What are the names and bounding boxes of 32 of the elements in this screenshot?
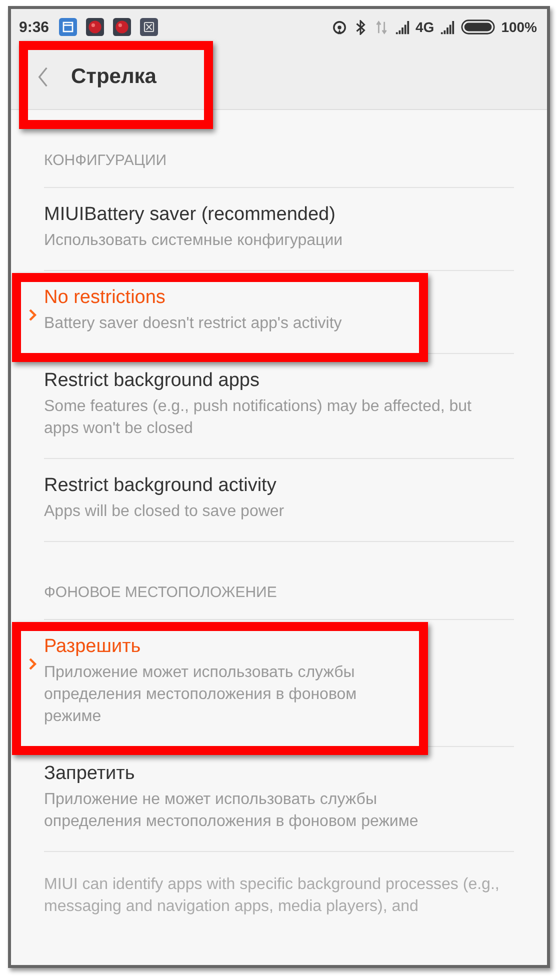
option-title: Разрешить xyxy=(44,636,142,658)
footer-note: MIUI can identify apps with specific background processes (e.g., messaging and navigation apps, media players), and xyxy=(44,875,500,917)
battery-percent: 100% xyxy=(501,19,537,35)
page-title: Стрелка xyxy=(71,65,156,89)
option-description: Приложение может использовать службы определения местоположения в фоновом режиме xyxy=(44,663,358,727)
option-description: Some features (e.g., push notifications) may be affected, but apps won't be closed xyxy=(44,397,472,439)
option-title: No restrictions xyxy=(44,287,166,309)
back-icon[interactable] xyxy=(37,66,49,88)
ball-icon xyxy=(113,18,132,36)
calendar-icon xyxy=(59,18,78,36)
network-label: 4G xyxy=(416,19,434,35)
option-item[interactable]: MIUIBattery saver (recommended) Использовать системные конфигурации xyxy=(44,188,514,270)
data-arrows-icon xyxy=(374,20,388,34)
option-description: Apps will be closed to save power xyxy=(44,502,286,522)
hotspot-icon xyxy=(332,20,346,34)
option-description: Battery saver doesn't restrict app's activity xyxy=(44,314,343,334)
option-title: Запретить xyxy=(44,763,136,785)
ball-icon xyxy=(86,18,104,36)
option-item[interactable]: Restrict background apps Some features (e.g., push notifications) may be affected, but apps won't be closed xyxy=(44,354,514,458)
option-item[interactable]: Restrict background activity Apps will be closed to save power xyxy=(44,459,514,541)
option-description: Использовать системные конфигурации xyxy=(44,231,344,251)
option-title: Restrict background activity xyxy=(44,475,278,497)
option-title: MIUIBattery saver (recommended) xyxy=(44,204,336,226)
battery-icon xyxy=(461,19,496,35)
section-header: КОНФИГУРАЦИИ xyxy=(44,110,514,188)
status-time: 9:36 xyxy=(19,18,50,36)
signal-icon xyxy=(394,20,410,34)
option-title: Restrict background apps xyxy=(44,370,260,392)
option-description: Приложение не может использовать службы определения местоположения в фоновом режиме xyxy=(44,790,420,832)
signal-icon xyxy=(440,20,456,34)
section-header: ФОНОВОЕ МЕСТОПОЛОЖЕНИЕ xyxy=(44,542,514,620)
option-item[interactable]: Запретить Приложение не может использовать службы определения местоположения в фоновом режиме xyxy=(44,747,514,851)
